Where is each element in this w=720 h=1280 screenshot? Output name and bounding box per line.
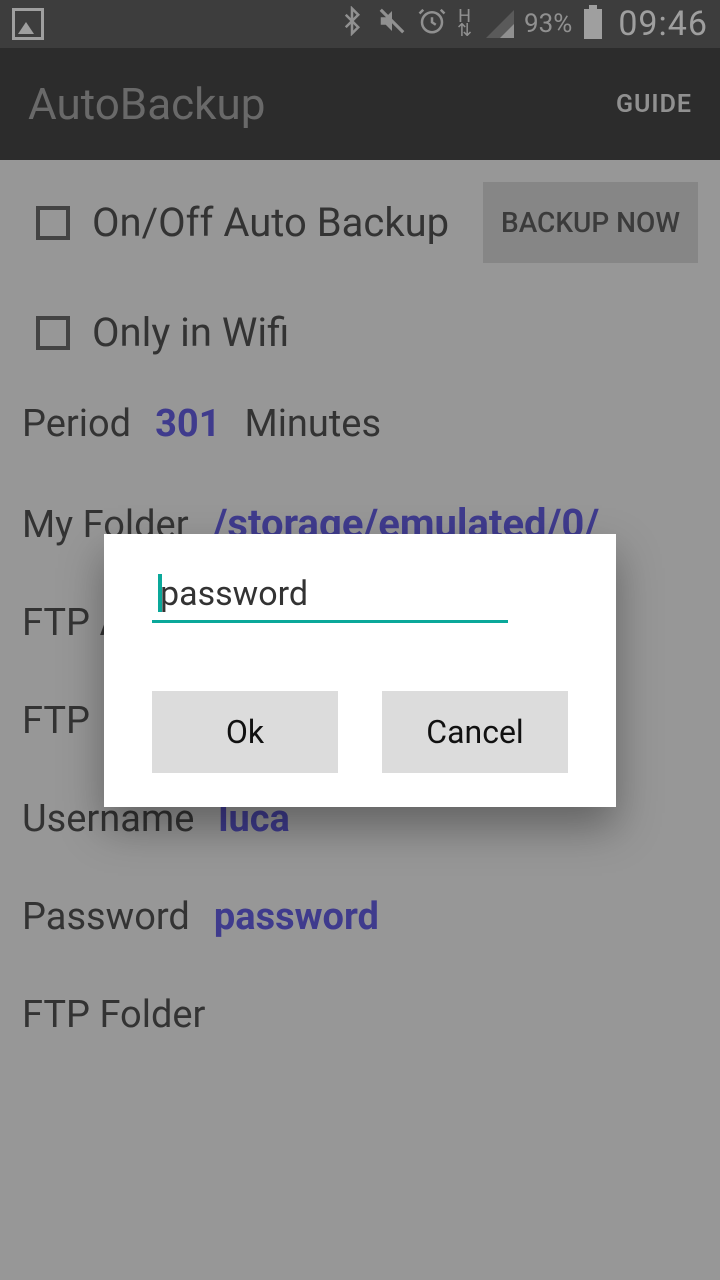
- modal-scrim[interactable]: Ok Cancel: [0, 0, 720, 1280]
- text-cursor: [158, 574, 162, 612]
- password-input[interactable]: [152, 572, 508, 623]
- ok-button[interactable]: Ok: [152, 691, 338, 773]
- password-dialog: Ok Cancel: [104, 534, 616, 807]
- cancel-button[interactable]: Cancel: [382, 691, 568, 773]
